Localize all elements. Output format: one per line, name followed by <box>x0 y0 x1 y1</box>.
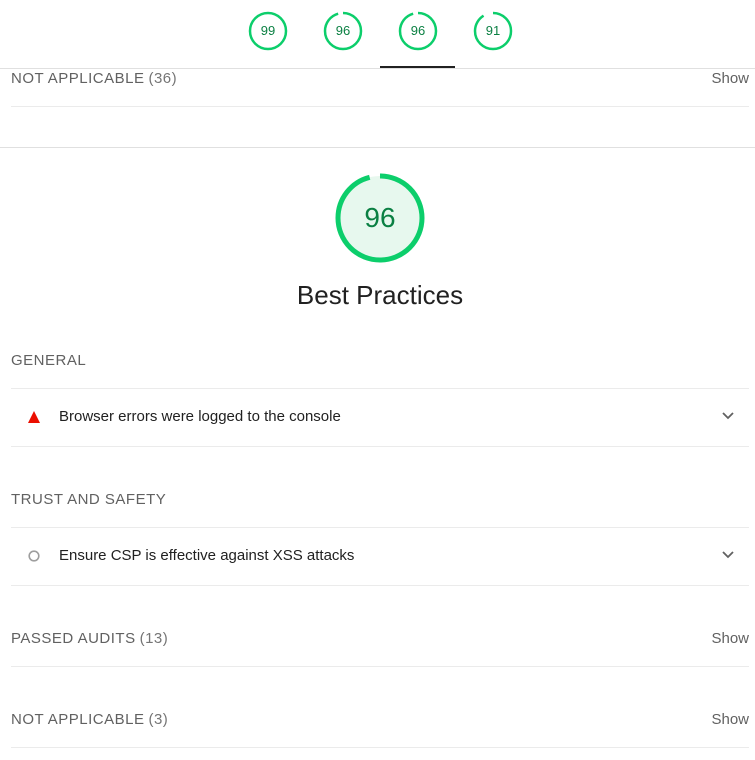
not-applicable-group-previous[interactable]: NOT APPLICABLE (36) Show <box>11 70 749 90</box>
chevron-down-icon[interactable] <box>721 550 735 560</box>
passed-audits-group[interactable]: PASSED AUDITS (13) Show <box>11 630 749 650</box>
circle-icon <box>28 550 40 562</box>
audit-csp-xss[interactable]: Ensure CSP is effective against XSS atta… <box>11 528 749 584</box>
audit-title: Ensure CSP is effective against XSS atta… <box>59 547 355 564</box>
group-general: GENERAL <box>11 352 749 372</box>
group-title: PASSED AUDITS (13) <box>11 630 169 647</box>
group-trust-and-safety: TRUST AND SAFETY <box>11 491 749 511</box>
active-tab-indicator <box>380 66 455 68</box>
divider <box>11 106 749 107</box>
show-button[interactable]: Show <box>711 711 749 728</box>
accessibility-score-gauge[interactable]: 96 <box>323 11 363 51</box>
performance-score-gauge[interactable]: 99 <box>248 11 288 51</box>
score-value: 96 <box>335 23 351 38</box>
group-title: GENERAL <box>11 352 87 369</box>
divider <box>11 747 749 748</box>
score-value: 91 <box>485 23 501 38</box>
not-applicable-group[interactable]: NOT APPLICABLE (3) Show <box>11 711 749 731</box>
audit-browser-errors[interactable]: Browser errors were logged to the consol… <box>11 389 749 445</box>
divider <box>11 666 749 667</box>
score-value: 96 <box>410 23 426 38</box>
show-button[interactable]: Show <box>711 630 749 647</box>
divider <box>11 446 749 447</box>
group-count: (3) <box>148 711 169 728</box>
best-practices-score-gauge[interactable]: 96 <box>398 11 438 51</box>
category-score-value: 96 <box>364 202 396 233</box>
audit-title: Browser errors were logged to the consol… <box>59 408 341 425</box>
score-value: 99 <box>260 23 276 38</box>
group-title: NOT APPLICABLE (3) <box>11 711 169 728</box>
group-count: (36) <box>148 70 178 87</box>
chevron-down-icon[interactable] <box>721 411 735 421</box>
category-title: Best Practices <box>296 280 464 310</box>
group-count: (13) <box>139 630 169 647</box>
group-title: NOT APPLICABLE (36) <box>11 70 178 87</box>
group-title: TRUST AND SAFETY <box>11 491 167 508</box>
seo-score-gauge[interactable]: 91 <box>473 11 513 51</box>
category-score-gauge: 96 <box>334 172 426 264</box>
category-divider <box>0 147 755 148</box>
score-bar: 99 96 96 91 <box>0 0 755 69</box>
divider <box>11 585 749 586</box>
triangle-icon <box>28 411 40 423</box>
show-button[interactable]: Show <box>711 70 749 87</box>
